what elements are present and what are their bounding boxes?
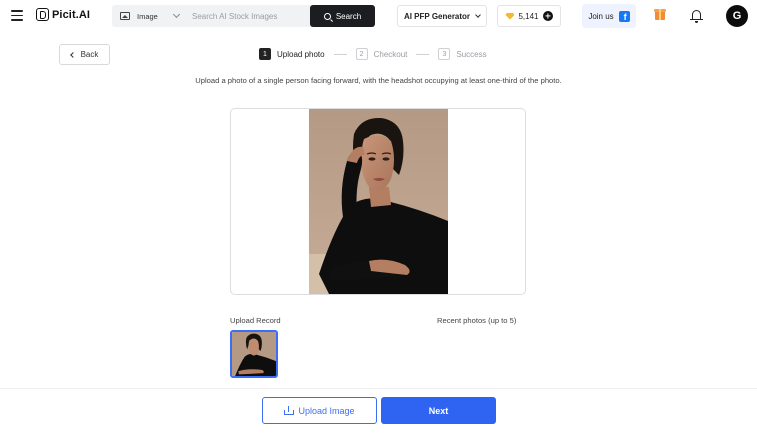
back-label: Back xyxy=(80,50,99,59)
portrait-image xyxy=(309,109,448,294)
footer-divider xyxy=(0,388,757,389)
step-number: 2 xyxy=(355,48,368,60)
upload-icon xyxy=(284,405,295,415)
bell-icon[interactable] xyxy=(690,10,703,23)
avatar[interactable]: G xyxy=(726,5,748,27)
back-button[interactable]: Back xyxy=(59,44,110,65)
facebook-icon: f xyxy=(618,10,630,22)
credits-button[interactable]: 5,141 xyxy=(497,5,561,27)
step-label: Checkout xyxy=(373,49,408,59)
upload-record-label: Upload Record xyxy=(230,316,281,325)
upload-image-label: Upload Image xyxy=(298,405,355,416)
step-indicator: 1 Upload photo 2 Checkout 3 Success xyxy=(259,47,487,61)
logo[interactable]: Picit.AI xyxy=(36,8,90,21)
logo-text: Picit.AI xyxy=(52,8,91,21)
next-button[interactable]: Next xyxy=(381,397,496,424)
search-input[interactable] xyxy=(188,5,306,27)
generator-label: AI PFP Generator xyxy=(403,11,471,21)
logo-icon xyxy=(36,8,49,21)
upload-image-button[interactable]: Upload Image xyxy=(262,397,377,424)
step-number: 1 xyxy=(259,48,271,60)
chevron-down-icon xyxy=(172,10,180,19)
search-bar: Image Search xyxy=(112,5,375,27)
step-label: Success xyxy=(456,49,487,59)
join-label: Join us xyxy=(588,11,614,21)
step-upload-photo: 1 Upload photo xyxy=(259,48,325,60)
step-divider xyxy=(416,53,430,55)
gift-icon[interactable] xyxy=(654,9,666,20)
image-icon xyxy=(120,12,130,20)
recent-photos-label: Recent photos (up to 5) xyxy=(437,316,517,325)
search-icon xyxy=(323,12,331,20)
search-type-select[interactable]: Image xyxy=(112,5,188,27)
menu-icon[interactable] xyxy=(11,10,23,21)
search-type-label: Image xyxy=(137,11,158,21)
search-button-label: Search xyxy=(335,11,362,21)
photo-preview-area[interactable] xyxy=(230,108,526,295)
search-button[interactable]: Search xyxy=(310,5,375,27)
chevron-down-icon xyxy=(475,11,481,18)
upload-record-thumbnail[interactable] xyxy=(230,330,278,378)
plus-icon xyxy=(542,11,553,21)
chevron-left-icon xyxy=(69,51,76,58)
upload-instruction: Upload a photo of a single person facing… xyxy=(195,76,562,85)
uploaded-photo xyxy=(309,109,448,294)
step-checkout: 2 Checkout xyxy=(355,48,408,60)
top-header: Picit.AI Image Search AI PFP Generator 5… xyxy=(0,0,757,32)
credits-count: 5,141 xyxy=(518,11,539,21)
ai-pfp-generator-dropdown[interactable]: AI PFP Generator xyxy=(397,5,487,27)
thumbnail-image xyxy=(232,332,276,376)
join-us-button[interactable]: Join us f xyxy=(582,4,636,28)
step-number: 3 xyxy=(438,48,451,60)
step-label: Upload photo xyxy=(277,49,325,59)
gem-icon xyxy=(505,12,515,20)
step-divider xyxy=(333,53,347,55)
step-success: 3 Success xyxy=(438,48,487,60)
